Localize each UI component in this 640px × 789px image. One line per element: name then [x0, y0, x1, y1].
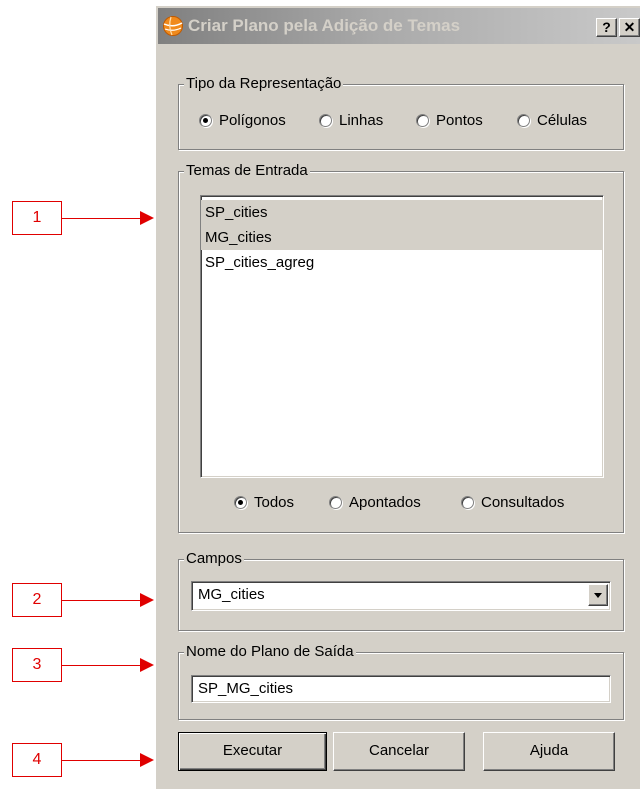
arrow-right-icon	[140, 753, 154, 767]
cancel-button[interactable]: Cancelar	[333, 732, 465, 771]
chevron-down-icon[interactable]	[588, 584, 608, 606]
callout-line-2	[62, 600, 142, 601]
fields-group: Campos MG_cities	[178, 549, 624, 631]
fields-legend: Campos	[184, 549, 244, 569]
help-button[interactable]: Ajuda	[483, 732, 615, 771]
representation-type-group: Tipo da Representação Polígonos Linhas P…	[178, 74, 624, 150]
fields-dropdown[interactable]: MG_cities	[191, 581, 611, 611]
radio-unchecked-icon	[461, 496, 474, 509]
arrow-right-icon	[140, 211, 154, 225]
callout-line-3	[62, 665, 142, 666]
callout-line-4	[62, 760, 142, 761]
radio-checked-icon	[234, 496, 247, 509]
radio-unchecked-icon	[416, 114, 429, 127]
help-title-button[interactable]: ?	[596, 18, 617, 37]
output-plan-name-legend: Nome do Plano de Saída	[184, 642, 356, 662]
output-plan-name-group: Nome do Plano de Saída SP_MG_cities	[178, 642, 624, 720]
fields-dropdown-value: MG_cities	[198, 586, 265, 603]
callout-label-4: 4	[12, 743, 62, 777]
representation-type-legend: Tipo da Representação	[184, 74, 344, 94]
arrow-right-icon	[140, 658, 154, 672]
radio-label: Consultados	[481, 494, 565, 511]
radio-unchecked-icon	[329, 496, 342, 509]
create-plan-dialog: Criar Plano pela Adição de Temas ? ✕ Tip…	[155, 5, 640, 789]
radio-label: Polígonos	[219, 112, 286, 129]
cancel-button-label: Cancelar	[368, 742, 430, 759]
callout-label-1: 1	[12, 201, 62, 235]
list-item[interactable]: SP_cities	[201, 200, 603, 225]
input-themes-group: Temas de Entrada SP_cities MG_cities SP_…	[178, 161, 624, 533]
input-themes-legend: Temas de Entrada	[184, 161, 310, 181]
list-item[interactable]: MG_cities	[201, 225, 603, 250]
radio-label: Células	[537, 112, 588, 129]
theme-listbox[interactable]: SP_cities MG_cities SP_cities_agreg	[200, 195, 604, 478]
radio-unchecked-icon	[319, 114, 332, 127]
radio-label: Todos	[254, 494, 295, 511]
close-button[interactable]: ✕	[619, 18, 640, 37]
execute-button[interactable]: Executar	[178, 732, 327, 771]
callout-label-3: 3	[12, 648, 62, 682]
output-plan-name-input[interactable]: SP_MG_cities	[191, 675, 611, 703]
window-title: Criar Plano pela Adição de Temas	[188, 16, 461, 35]
execute-button-label: Executar	[222, 742, 283, 759]
radio-label: Linhas	[339, 112, 384, 129]
help-button-label: Ajuda	[529, 742, 569, 759]
list-item[interactable]: SP_cities_agreg	[201, 250, 603, 275]
callout-line-1	[62, 218, 142, 219]
radio-unchecked-icon	[517, 114, 530, 127]
arrow-right-icon	[140, 593, 154, 607]
globe-icon	[163, 16, 183, 36]
radio-label: Pontos	[436, 112, 483, 129]
title-bar[interactable]: Criar Plano pela Adição de Temas ? ✕	[158, 8, 640, 44]
radio-label: Apontados	[349, 494, 421, 511]
callout-label-2: 2	[12, 583, 62, 617]
output-plan-name-value: SP_MG_cities	[198, 680, 294, 697]
radio-checked-icon	[199, 114, 212, 127]
